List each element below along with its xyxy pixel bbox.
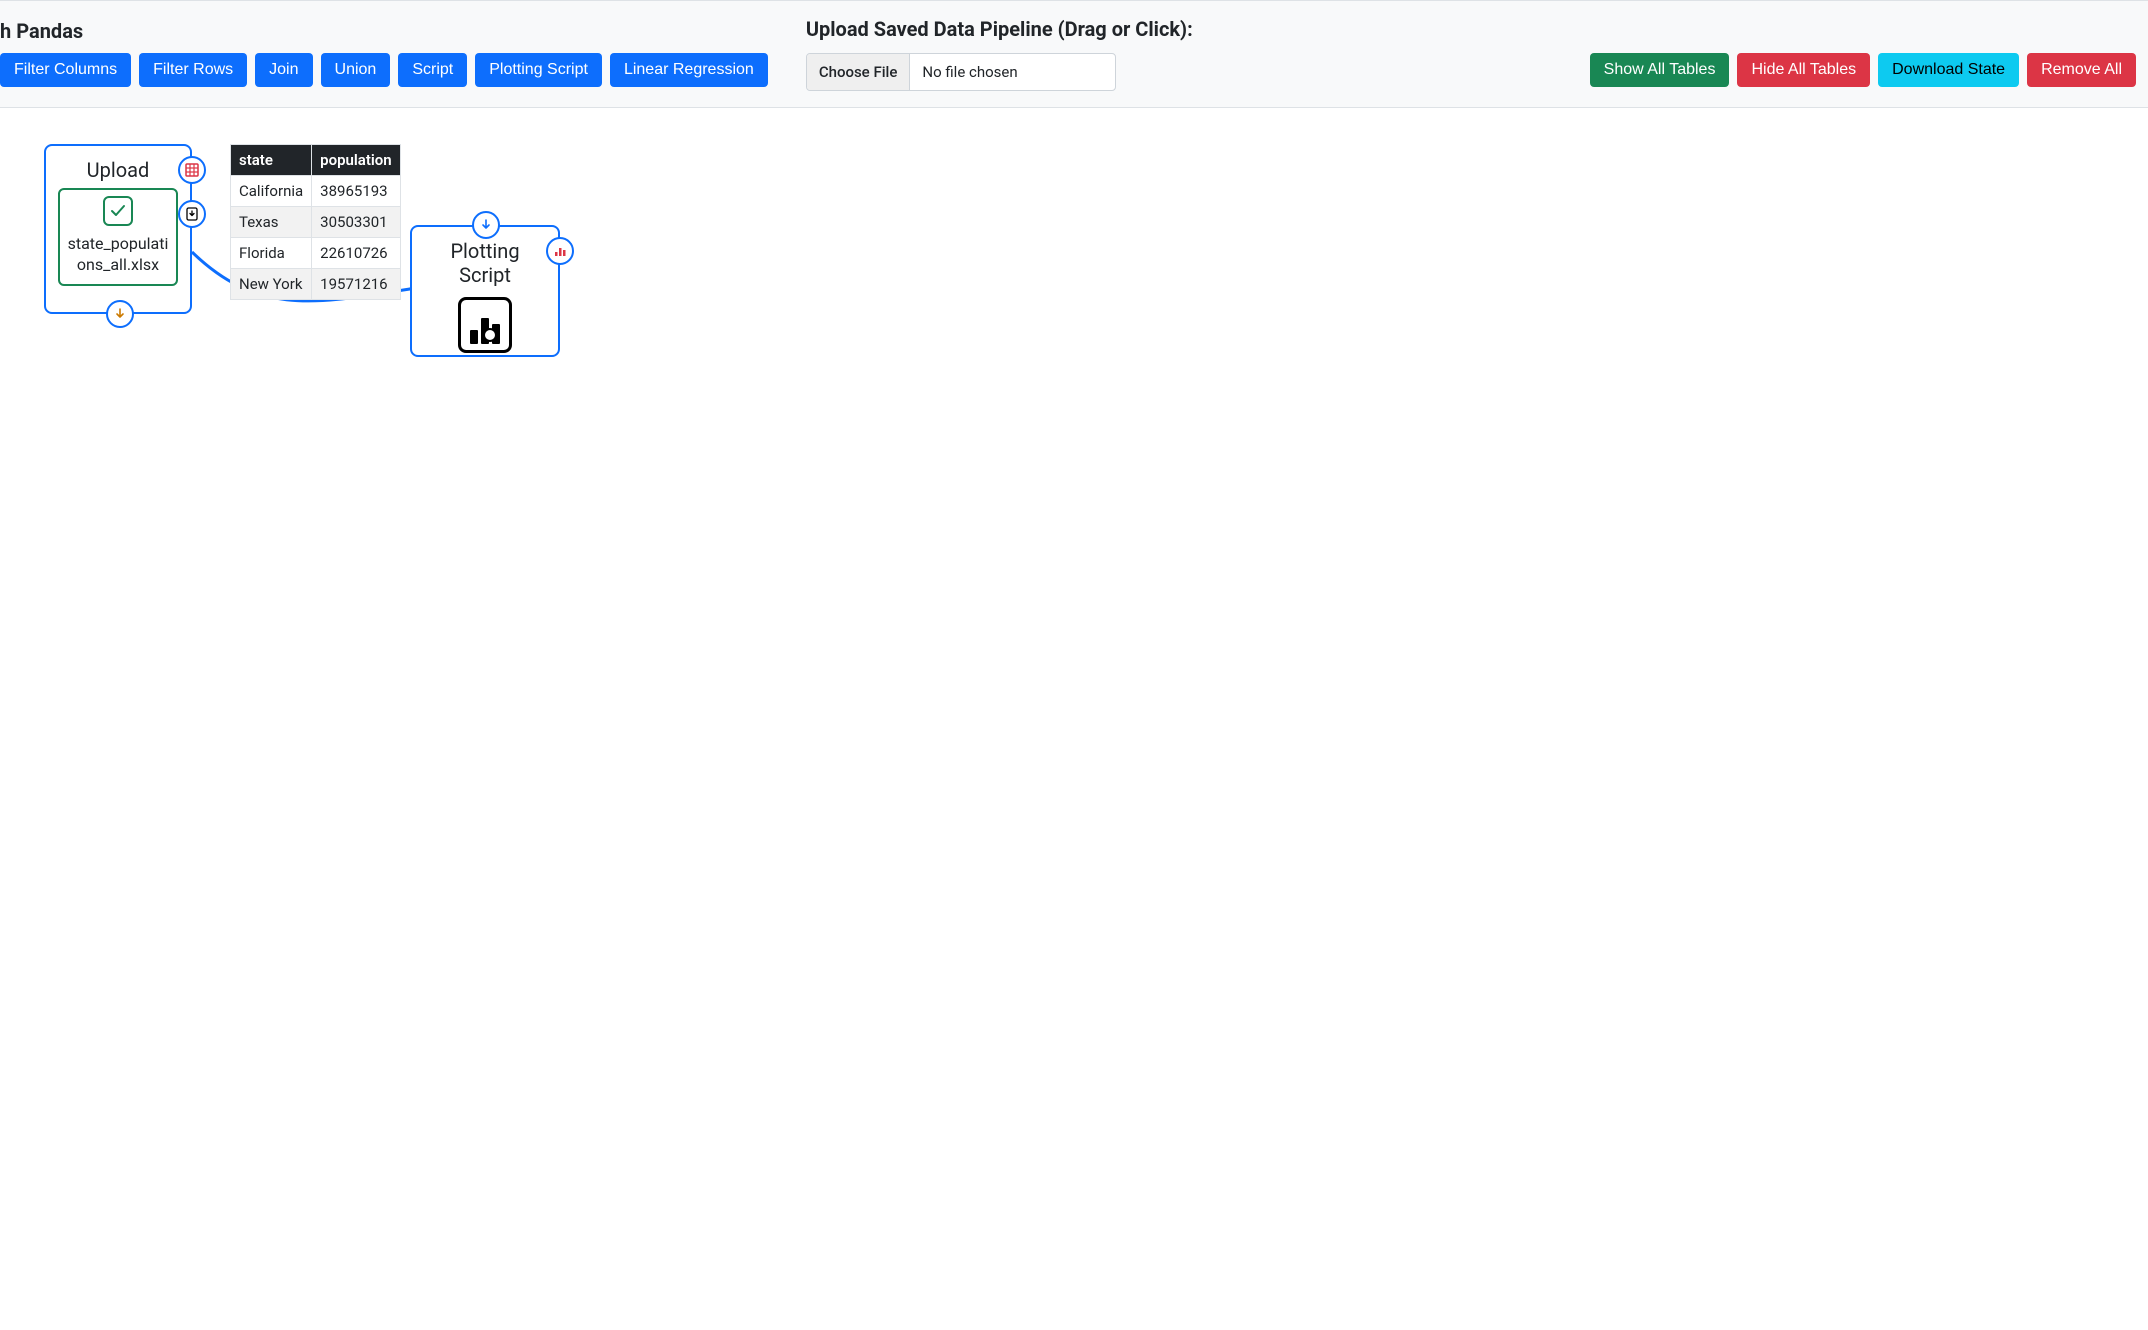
plot-thumbnail[interactable] — [458, 297, 512, 353]
remove-all-button[interactable]: Remove All — [2027, 53, 2136, 87]
filter-columns-button[interactable]: Filter Columns — [0, 53, 131, 87]
canvas[interactable]: Upload state_populations_all.xlsx — [0, 108, 2148, 1308]
output-port[interactable] — [106, 300, 134, 328]
plotting-script-button[interactable]: Plotting Script — [475, 53, 602, 87]
uploaded-file-chip[interactable]: state_populations_all.xlsx — [58, 188, 178, 286]
hide-all-tables-button[interactable]: Hide All Tables — [1737, 53, 1870, 87]
input-port[interactable] — [472, 211, 500, 239]
download-port[interactable] — [178, 200, 206, 228]
table-preview: state population California 38965193 Tex… — [230, 144, 401, 300]
arrow-down-icon — [480, 219, 492, 231]
filter-rows-button[interactable]: Filter Rows — [139, 53, 247, 87]
arrow-down-icon — [114, 308, 126, 320]
upload-pipeline-label: Upload Saved Data Pipeline (Drag or Clic… — [806, 17, 1193, 41]
join-button[interactable]: Join — [255, 53, 312, 87]
choose-file-button[interactable]: Choose File — [807, 54, 911, 90]
file-download-icon — [185, 207, 199, 221]
plotting-node-title: Plotting Script — [424, 239, 546, 287]
page-title: ith Pandas — [0, 19, 83, 43]
uploaded-filename: state_populations_all.xlsx — [66, 234, 170, 276]
table-row: California 38965193 — [231, 176, 401, 207]
table-preview-port[interactable] — [178, 156, 206, 184]
column-header: population — [312, 145, 401, 176]
download-state-button[interactable]: Download State — [1878, 53, 2019, 87]
plotting-node[interactable]: Plotting Script — [410, 225, 560, 357]
file-input[interactable]: Choose File No file chosen — [806, 53, 1116, 91]
global-actions: Show All Tables Hide All Tables Download… — [1590, 53, 2136, 87]
linear-regression-button[interactable]: Linear Regression — [610, 53, 768, 87]
upload-node-title: Upload — [58, 158, 178, 182]
table-icon — [185, 163, 199, 177]
script-button[interactable]: Script — [398, 53, 467, 87]
check-icon — [103, 196, 133, 226]
bar-icon — [470, 330, 478, 344]
upload-node[interactable]: Upload state_populations_all.xlsx — [44, 144, 192, 314]
cursor-icon — [483, 328, 497, 342]
union-button[interactable]: Union — [321, 53, 391, 87]
plot-preview-port[interactable] — [546, 237, 574, 265]
table-row: Florida 22610726 — [231, 238, 401, 269]
table-row: New York 19571216 — [231, 269, 401, 300]
upload-pipeline-section: Upload Saved Data Pipeline (Drag or Clic… — [806, 17, 1193, 91]
bar-chart-icon — [553, 244, 567, 258]
table-row: Texas 30503301 — [231, 207, 401, 238]
column-header: state — [231, 145, 312, 176]
toolbar: Filter Columns Filter Rows Join Union Sc… — [0, 53, 768, 87]
show-all-tables-button[interactable]: Show All Tables — [1590, 53, 1730, 87]
topbar: ith Pandas Filter Columns Filter Rows Jo… — [0, 0, 2148, 108]
chosen-file-status: No file chosen — [910, 63, 1029, 81]
